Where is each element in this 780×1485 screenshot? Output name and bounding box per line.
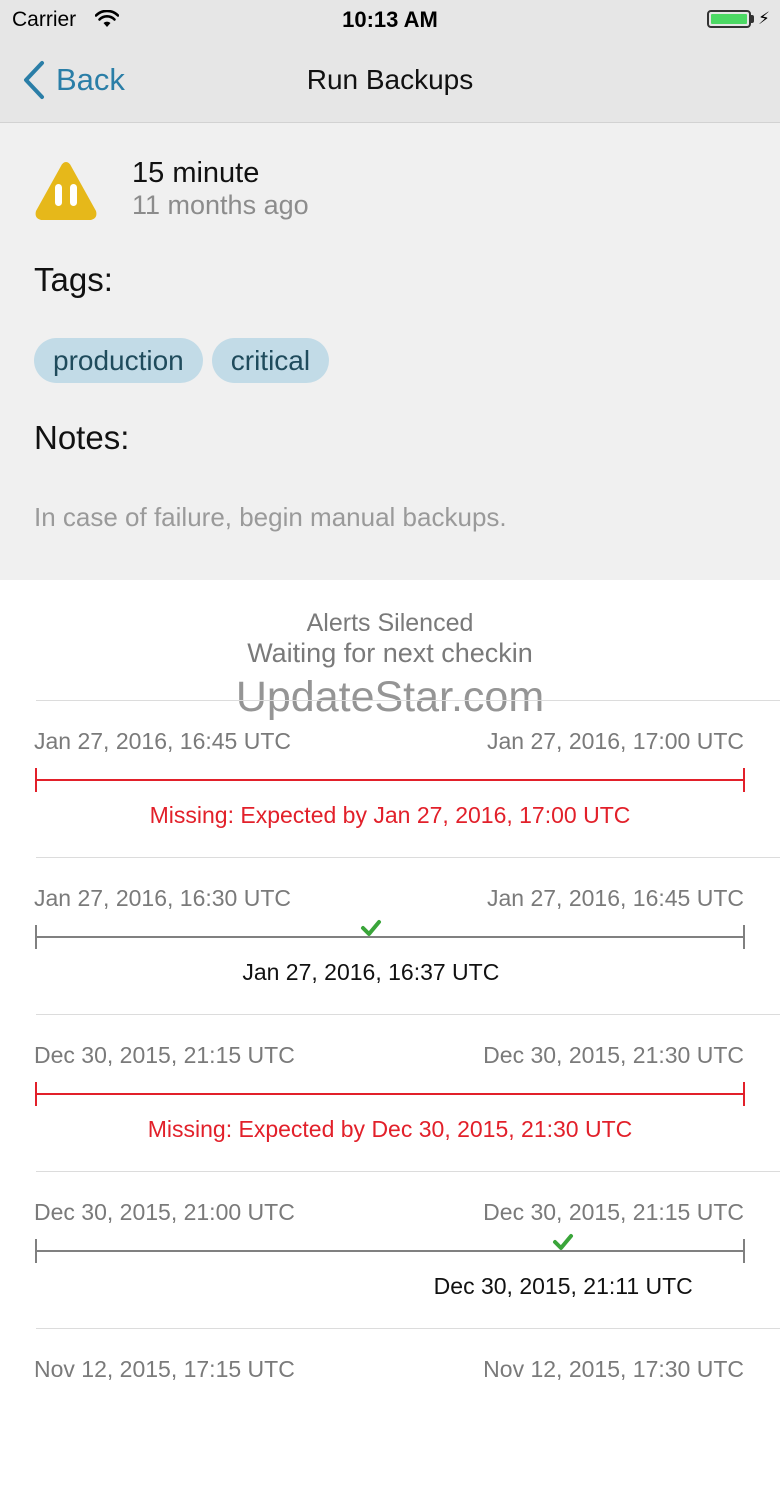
pause-warning-icon — [33, 158, 99, 229]
clock: 10:13 AM — [342, 7, 438, 32]
timeline-line — [35, 1093, 745, 1095]
period-end: Jan 27, 2016, 16:45 UTC — [487, 885, 744, 911]
tags-heading: Tags: — [34, 261, 113, 298]
checkin-timeline — [35, 920, 745, 949]
missing-message: Missing: Expected by Dec 30, 2015, 21:30… — [147, 1116, 633, 1142]
battery-level — [711, 14, 747, 24]
checkin-row[interactable]: Nov 12, 2015, 17:15 UTC Nov 12, 2015, 17:… — [0, 1328, 780, 1485]
checkin-timeline — [35, 1082, 745, 1106]
checkin-row[interactable]: Dec 30, 2015, 21:15 UTC Dec 30, 2015, 21:… — [0, 1014, 780, 1171]
period-start: Nov 12, 2015, 17:15 UTC — [34, 1356, 295, 1382]
timeline-line — [35, 1250, 745, 1252]
checkin-timeline — [35, 1234, 745, 1263]
period-start: Jan 27, 2016, 16:45 UTC — [34, 728, 291, 754]
timeline-line — [35, 779, 745, 781]
last-seen: 11 months ago — [132, 190, 309, 220]
row-divider — [36, 1171, 780, 1172]
checkmark-icon — [360, 920, 381, 936]
tag-critical[interactable]: critical — [211, 338, 330, 383]
period-end: Nov 12, 2015, 17:30 UTC — [483, 1356, 744, 1382]
period-start: Dec 30, 2015, 21:00 UTC — [34, 1199, 295, 1225]
period-end: Jan 27, 2016, 17:00 UTC — [487, 728, 744, 754]
check-detail: 15 minute 11 months ago Tags: production… — [0, 123, 780, 580]
checkin-list: Jan 27, 2016, 16:45 UTC Jan 27, 2016, 17:… — [0, 700, 780, 1485]
battery-icon — [707, 10, 751, 28]
timeline-end-tick — [743, 768, 745, 792]
timeline-end-tick — [743, 1082, 745, 1106]
checkin-status: Waiting for next checkin — [247, 638, 533, 668]
period-end: Dec 30, 2015, 21:30 UTC — [483, 1042, 744, 1068]
check-interval: 15 minute — [132, 157, 260, 189]
timeline-end-tick — [743, 925, 745, 949]
navigation-bar: Back Run Backups — [0, 40, 780, 123]
checkin-row[interactable]: Jan 27, 2016, 16:45 UTC Jan 27, 2016, 17:… — [0, 700, 780, 857]
checkin-row[interactable]: Dec 30, 2015, 21:00 UTC Dec 30, 2015, 21:… — [0, 1171, 780, 1328]
checkin-row[interactable]: Jan 27, 2016, 16:30 UTC Jan 27, 2016, 16:… — [0, 857, 780, 1014]
timeline-line — [35, 936, 745, 938]
timeline-start-tick — [35, 768, 37, 792]
checkmark-icon — [553, 1234, 574, 1250]
notes-text: In case of failure, begin manual backups… — [34, 502, 507, 532]
status-bar: Carrier 10:13 AM ⚡︎ — [0, 0, 780, 40]
checkin-time: Dec 30, 2015, 21:11 UTC — [433, 1273, 693, 1299]
page-title: Run Backups — [306, 64, 474, 95]
checkin-time: Jan 27, 2016, 16:37 UTC — [242, 959, 500, 985]
row-divider — [36, 1328, 780, 1329]
alert-status: Alerts Silenced — [306, 609, 474, 637]
tag-production[interactable]: production — [34, 338, 203, 383]
row-divider — [36, 700, 780, 701]
notes-heading: Notes: — [34, 419, 130, 456]
period-end: Dec 30, 2015, 21:15 UTC — [483, 1199, 744, 1225]
timeline-start-tick — [35, 925, 37, 949]
timeline-start-tick — [35, 1082, 37, 1106]
row-divider — [36, 857, 780, 858]
checkin-timeline — [35, 768, 745, 792]
timeline-end-tick — [743, 1239, 745, 1263]
period-start: Dec 30, 2015, 21:15 UTC — [34, 1042, 295, 1068]
tag-list: production critical — [34, 338, 330, 383]
missing-message: Missing: Expected by Jan 27, 2016, 17:00… — [149, 802, 631, 828]
battery-tip — [751, 15, 754, 23]
charging-icon: ⚡︎ — [758, 9, 770, 28]
timeline-start-tick — [35, 1239, 37, 1263]
period-start: Jan 27, 2016, 16:30 UTC — [34, 885, 291, 911]
row-divider — [36, 1014, 780, 1015]
